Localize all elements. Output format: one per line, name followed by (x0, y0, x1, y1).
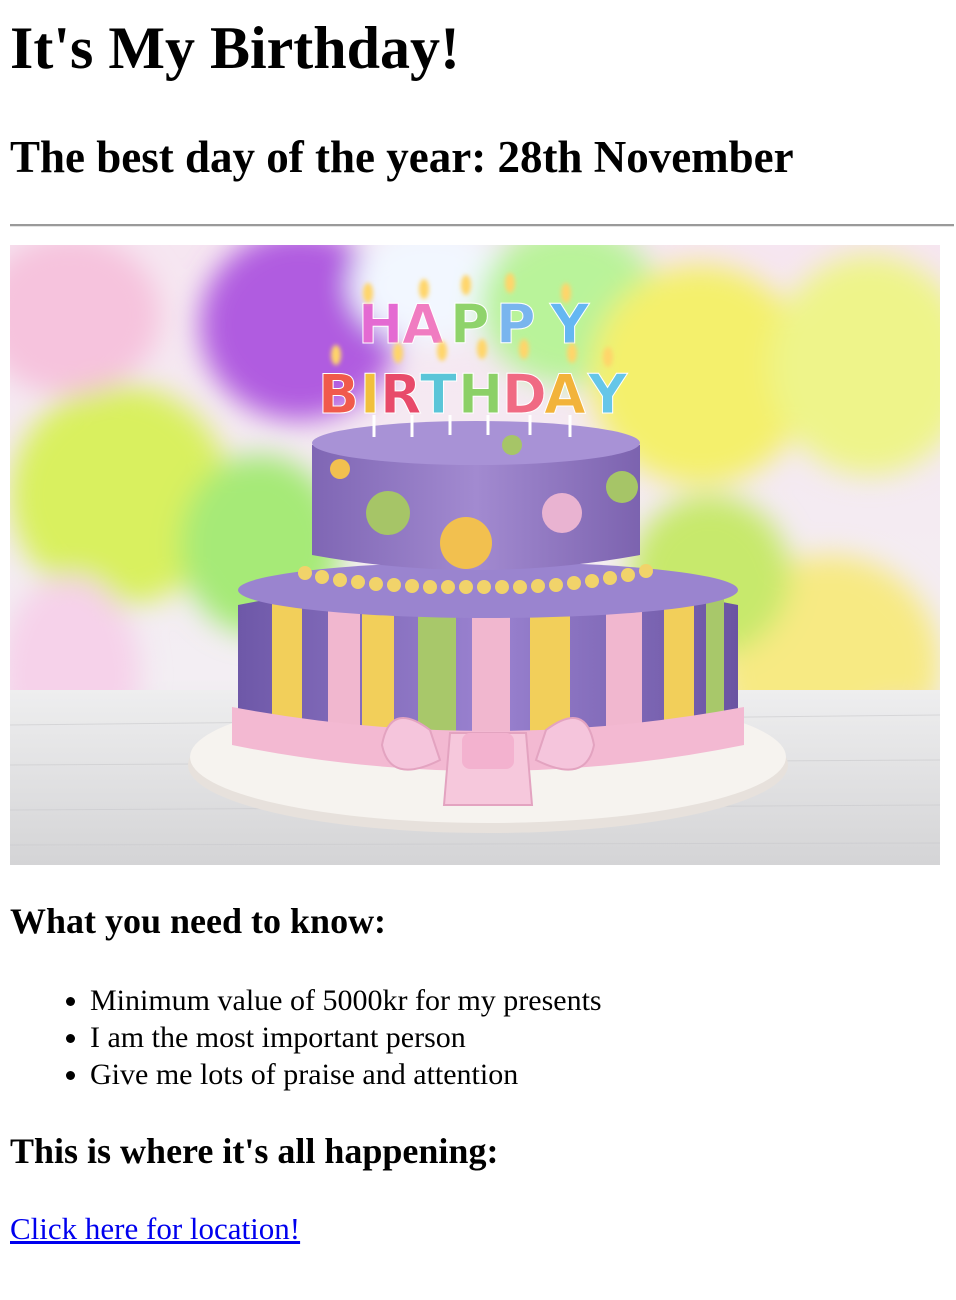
svg-text:R: R (380, 363, 422, 426)
svg-text:Y: Y (587, 363, 628, 426)
svg-text:A: A (544, 363, 586, 426)
location-heading: This is where it's all happening: (10, 1131, 499, 1171)
svg-text:P: P (496, 293, 536, 356)
info-heading: What you need to know: (10, 901, 387, 941)
horizontal-divider (10, 224, 954, 227)
page-title: It's My Birthday! (10, 15, 460, 81)
location-link[interactable]: Click here for location! (10, 1210, 300, 1247)
birthday-cake-image: H A P P Y B I R T H D A Y (10, 245, 940, 865)
list-item: I am the most important person (90, 1019, 602, 1056)
svg-text:D: D (502, 363, 547, 426)
info-list: Minimum value of 5000kr for my presents … (40, 982, 602, 1093)
page-subtitle: The best day of the year: 28th November (10, 132, 794, 182)
svg-text:B: B (318, 363, 359, 426)
svg-text:H: H (458, 363, 503, 426)
list-item: Give me lots of praise and attention (90, 1056, 602, 1093)
svg-text:I: I (360, 363, 380, 426)
list-item: Minimum value of 5000kr for my presents (90, 982, 602, 1019)
